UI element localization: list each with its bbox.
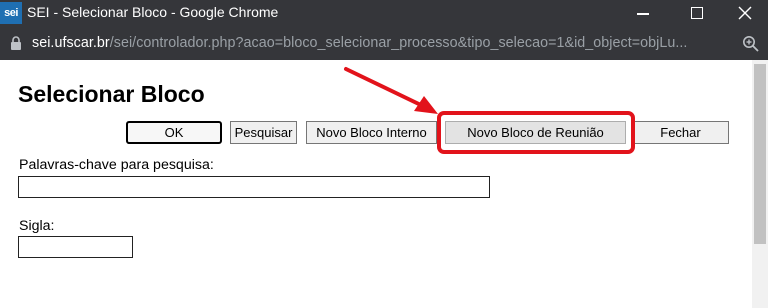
fechar-button[interactable]: Fechar xyxy=(632,121,729,144)
keywords-label: Palavras-chave para pesquisa: xyxy=(19,157,214,173)
page-title: Selecionar Bloco xyxy=(18,81,205,107)
sigla-input[interactable] xyxy=(18,236,133,258)
maximize-icon xyxy=(691,6,703,19)
maximize-button[interactable] xyxy=(674,0,720,27)
sigla-label: Sigla: xyxy=(19,218,55,234)
minimize-icon xyxy=(637,13,649,15)
lock-icon[interactable] xyxy=(10,36,22,50)
url-text[interactable]: sei.ufscar.br/sei/controlador.php?acao=b… xyxy=(32,35,687,51)
minimize-button[interactable] xyxy=(620,0,666,27)
sei-logo-icon: sei xyxy=(0,2,22,24)
keywords-input[interactable] xyxy=(18,176,490,198)
url-path: /sei/controlador.php?acao=bloco_selecion… xyxy=(109,35,688,51)
close-button[interactable] xyxy=(722,0,768,27)
vertical-scrollbar[interactable] xyxy=(752,60,768,308)
zoom-icon[interactable] xyxy=(742,35,759,52)
address-bar[interactable]: sei.ufscar.br/sei/controlador.php?acao=b… xyxy=(0,27,768,60)
ok-button[interactable]: OK xyxy=(126,121,222,144)
url-host: sei.ufscar.br xyxy=(32,35,110,51)
close-icon xyxy=(738,6,752,20)
annotation-highlight-box xyxy=(437,111,635,154)
window-title: SEI - Selecionar Bloco - Google Chrome xyxy=(27,4,279,20)
pesquisar-button[interactable]: Pesquisar xyxy=(230,121,297,144)
novo-bloco-interno-button[interactable]: Novo Bloco Interno xyxy=(306,121,437,144)
page-content: Selecionar Bloco OK Pesquisar Novo Bloco… xyxy=(0,60,768,308)
scrollbar-thumb[interactable] xyxy=(754,64,766,244)
window-titlebar: sei SEI - Selecionar Bloco - Google Chro… xyxy=(0,0,768,27)
